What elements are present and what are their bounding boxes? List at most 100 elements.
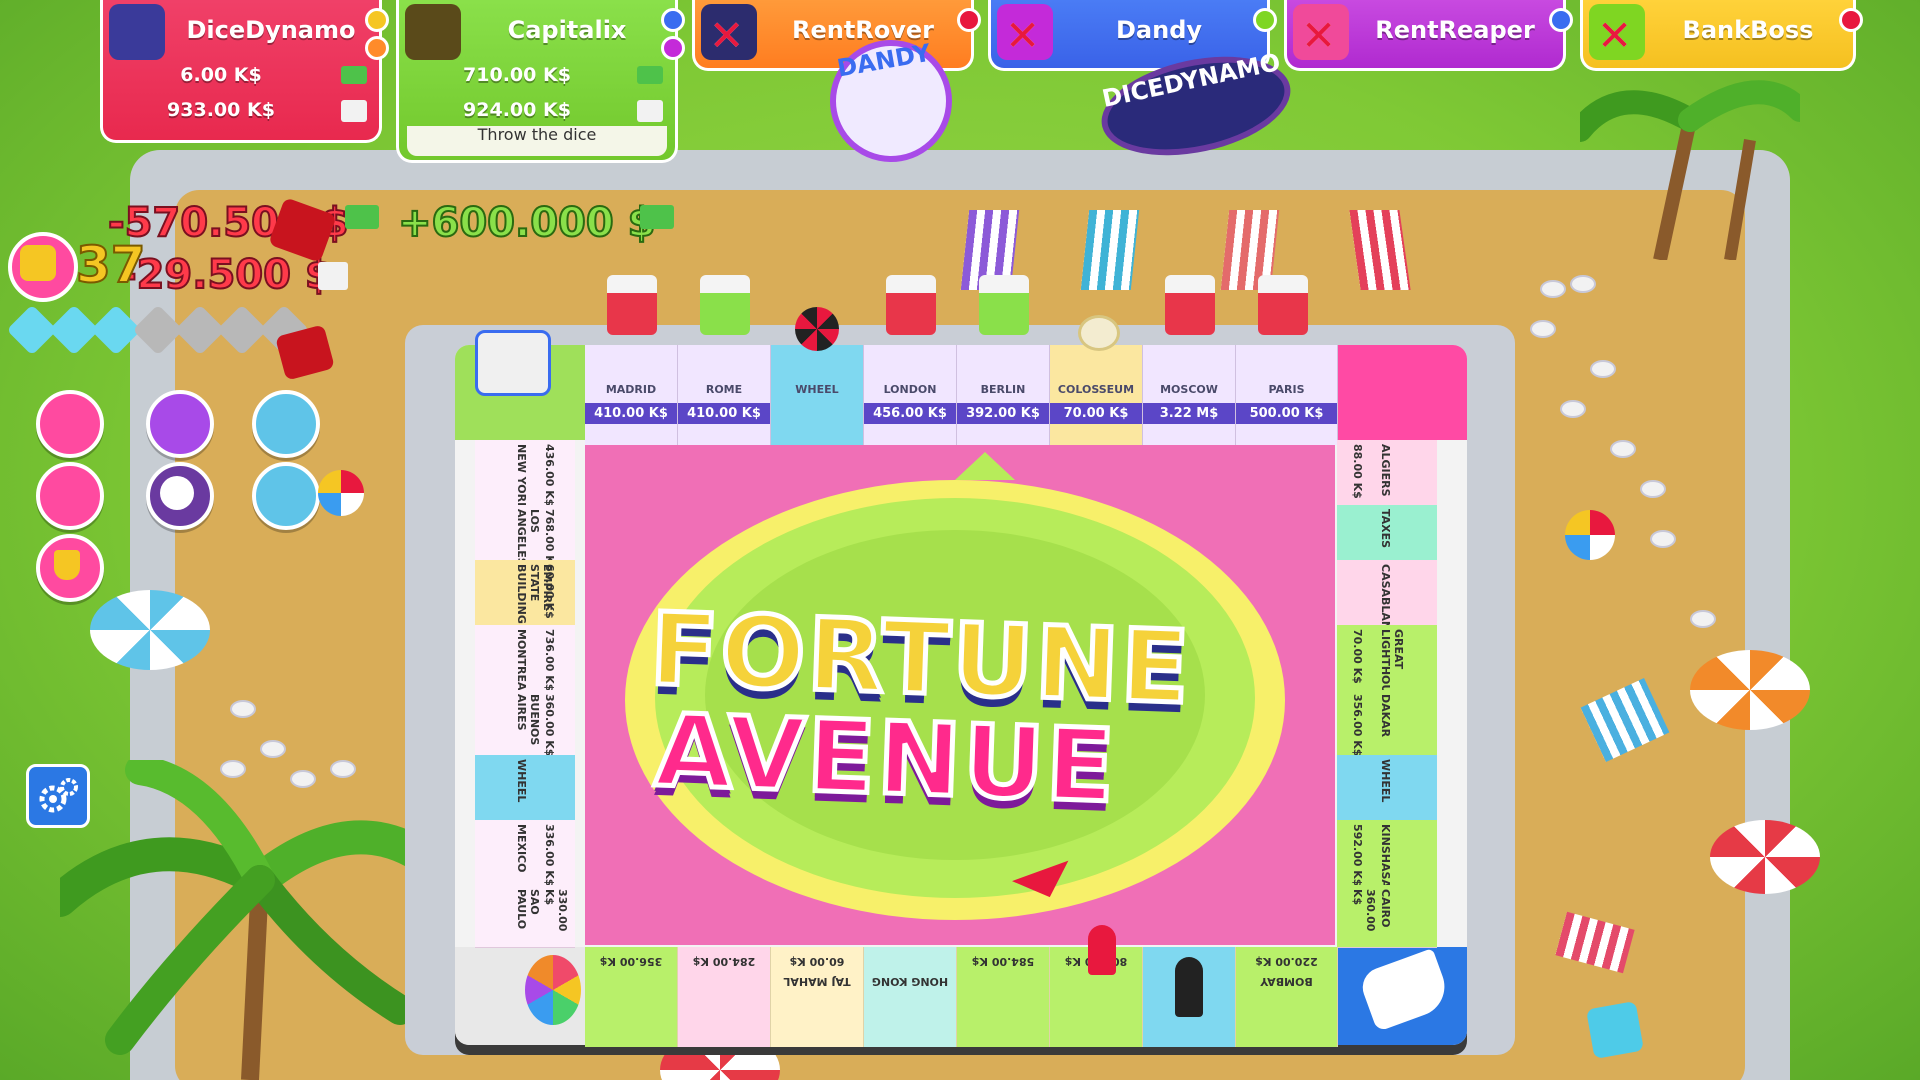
wheel-tile[interactable]: WHEEL xyxy=(771,307,864,445)
corner-tile-top-right xyxy=(1337,345,1467,440)
casino-chip xyxy=(220,760,246,778)
hotel-icon xyxy=(1258,275,1308,335)
player-name: RentRover xyxy=(791,16,935,44)
tile-price: 330.00 K$ xyxy=(543,889,569,932)
tile-price: 60.00 K$ xyxy=(789,955,845,968)
hotel-icon xyxy=(979,275,1029,335)
dice-bar xyxy=(6,304,310,356)
property-tile[interactable]: MADRID 410.00 K$ xyxy=(585,275,678,445)
casino-chip xyxy=(1650,530,1676,548)
bank-icon xyxy=(341,100,367,122)
colosseum-icon xyxy=(1078,315,1120,351)
player-bank: 933.00 K$ xyxy=(167,99,275,121)
property-tile[interactable]: 584.00 K$ xyxy=(957,947,1050,1047)
tile-name: MEXICO xyxy=(515,824,528,873)
tile-name: WHEEL xyxy=(515,759,528,803)
property-tile[interactable]: PARIS 500.00 K$ xyxy=(1236,275,1338,445)
landmark-tile[interactable]: 60.00 K$ TAJ MAHAL xyxy=(771,947,864,1047)
casino-chip xyxy=(1530,320,1556,338)
property-tile[interactable]: ROME 410.00 K$ xyxy=(678,275,771,445)
player-name: Dandy xyxy=(1115,16,1203,44)
player-card-capitalix[interactable]: Capitalix 710.00 K$ 924.00 K$ Throw the … xyxy=(396,0,685,163)
tile-name: MONTREAL xyxy=(515,629,528,698)
status-dot xyxy=(1253,8,1277,32)
eliminated-x-icon: ✕ xyxy=(709,11,745,60)
property-tile[interactable]: 220.00 K$ BOMBAY xyxy=(1236,947,1338,1047)
player-card-bankboss[interactable]: ✕ BankBoss xyxy=(1580,0,1863,71)
status-dot xyxy=(365,8,389,32)
property-tile[interactable]: SAO PAULO 330.00 K$ xyxy=(475,885,575,948)
tile-name: DAKAR xyxy=(1379,694,1392,738)
player-pawn xyxy=(1088,925,1116,975)
property-tile[interactable]: MOSCOW 3.22 M$ xyxy=(1143,275,1236,445)
player-bank: 924.00 K$ xyxy=(463,99,571,121)
deck-chair xyxy=(1080,210,1140,290)
tile-name: CAIRO xyxy=(1379,889,1392,928)
tile-name: LONDON xyxy=(883,383,937,396)
houses-button[interactable] xyxy=(252,390,320,458)
tile-price: 500.00 K$ xyxy=(1236,403,1337,424)
tile-name: MADRID xyxy=(605,383,657,396)
status-text: Throw the dice xyxy=(407,126,667,156)
property-tile[interactable]: HONG KONG xyxy=(864,947,957,1047)
dice-button[interactable] xyxy=(36,462,104,530)
tile-price: 360.00 K$ xyxy=(543,694,556,757)
property-tile[interactable]: 356.00 K$ xyxy=(585,947,678,1047)
casino-chip xyxy=(1610,440,1636,458)
dice-icon xyxy=(20,245,56,281)
houses-button[interactable] xyxy=(252,462,320,530)
tile-name: PARIS xyxy=(1268,383,1305,396)
property-tile[interactable]: LONDON 456.00 K$ xyxy=(864,275,957,445)
bank-icon xyxy=(637,100,663,122)
tile-name: ALGIERS xyxy=(1379,444,1392,497)
property-tile[interactable]: BERLIN 392.00 K$ xyxy=(957,275,1050,445)
tile-price: 356.00 K$ xyxy=(599,955,663,968)
player-card-rentreaper[interactable]: ✕ RentReaper xyxy=(1284,0,1573,71)
tile-name: WHEEL xyxy=(795,383,839,396)
dice-icon xyxy=(109,4,165,60)
player-name: Capitalix xyxy=(507,16,627,44)
settings-button[interactable] xyxy=(26,764,90,828)
houses-button[interactable] xyxy=(36,390,104,458)
dice-icon xyxy=(1586,1001,1644,1059)
status-dot xyxy=(1549,8,1573,32)
tile-price: 736.00 K$ xyxy=(543,629,556,692)
tile-name: TAJ MAHAL xyxy=(783,975,851,988)
status-dot xyxy=(957,8,981,32)
tile-name: KINSHASA xyxy=(1379,824,1392,888)
property-tile[interactable]: 360.00 K$ CAIRO xyxy=(1337,885,1437,948)
avatar: ✕ xyxy=(1293,4,1349,60)
fortune-button[interactable] xyxy=(146,390,214,458)
tile-price: 3.22 M$ xyxy=(1143,403,1235,424)
stadium-icon xyxy=(475,330,551,396)
special-tile[interactable] xyxy=(1143,947,1236,1047)
gear-icon xyxy=(39,778,78,813)
beach-ball-icon xyxy=(318,470,364,516)
tile-price: 336.00 K$ xyxy=(543,824,556,887)
tile-price: 220.00 K$ xyxy=(1255,955,1318,968)
casino-chip xyxy=(1590,360,1616,378)
player-card-dicedynamo[interactable]: DiceDynamo 6.00 K$ 933.00 K$ xyxy=(100,0,389,143)
casino-chip xyxy=(1570,275,1596,293)
casino-chip xyxy=(290,770,316,788)
hotel-icon xyxy=(700,275,750,335)
casino-chip xyxy=(1540,280,1566,298)
status-dot xyxy=(661,8,685,32)
tile-name: WHEEL xyxy=(1379,759,1392,803)
tile-name: ROME xyxy=(705,383,743,396)
player-name: BankBoss xyxy=(1682,16,1814,44)
casino-chip xyxy=(260,740,286,758)
tile-name: HONG KONG xyxy=(871,975,949,988)
coins-icon xyxy=(405,4,461,60)
property-tile[interactable]: 284.00 K$ xyxy=(678,947,771,1047)
skull-icon xyxy=(160,476,194,510)
eliminated-x-icon: ✕ xyxy=(1301,11,1337,60)
avatar: ✕ xyxy=(997,4,1053,60)
landmark-tile[interactable]: COLOSSEUM 70.00 K$ xyxy=(1050,315,1143,445)
pawn-icon xyxy=(1175,957,1203,1017)
casino-chip xyxy=(1560,400,1586,418)
tile-price: 284.00 K$ xyxy=(692,955,756,968)
tile-price: 584.00 K$ xyxy=(971,955,1035,968)
status-dot xyxy=(1839,8,1863,32)
tile-name: SAO PAULO xyxy=(515,889,541,930)
